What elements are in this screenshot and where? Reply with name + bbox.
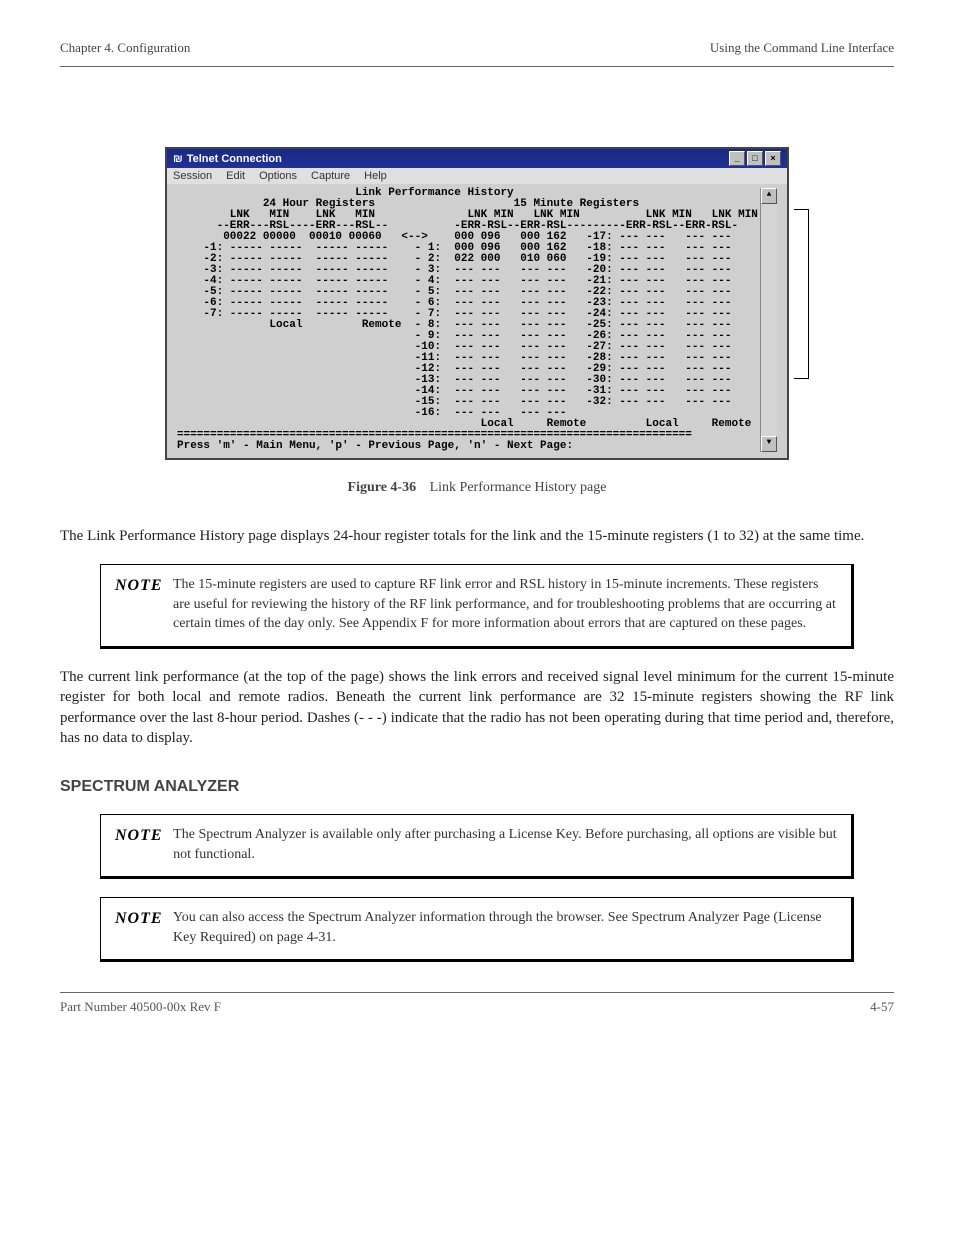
scroll-down-button[interactable]: ▼ [761,436,777,452]
bottom-rule [60,992,894,993]
note-icon: NOTE [115,825,157,845]
menubar: Session Edit Options Capture Help [167,168,787,184]
window-title: Telnet Connection [187,153,282,165]
menu-options[interactable]: Options [259,170,297,182]
note-text-1: The 15-minute registers are used to capt… [173,575,837,634]
scrollbar[interactable]: ▲ ▼ [760,188,777,452]
menu-help[interactable]: Help [364,170,387,182]
menu-edit[interactable]: Edit [226,170,245,182]
header-left: Chapter 4. Configuration [60,40,190,56]
paragraph-1: The Link Performance History page displa… [60,526,894,546]
paragraph-2: The current link performance (at the top… [60,667,894,748]
callout-bracket [808,209,809,379]
minimize-button[interactable]: _ [729,151,745,166]
maximize-button[interactable]: □ [747,151,763,166]
menu-session[interactable]: Session [173,170,212,182]
figure-caption: Figure 4-36 Link Performance History pag… [60,480,894,496]
app-icon: ₪ [173,153,183,165]
note-text-3: You can also access the Spectrum Analyze… [173,908,837,947]
note-box-1: NOTE The 15-minute registers are used to… [100,564,854,649]
note-box-3: NOTE You can also access the Spectrum An… [100,897,854,962]
close-button[interactable]: × [765,151,781,166]
note-icon: NOTE [115,575,157,595]
note-icon: NOTE [115,908,157,928]
scroll-up-button[interactable]: ▲ [761,188,777,204]
footer-right: 4-57 [870,999,894,1015]
note-box-2: NOTE The Spectrum Analyzer is available … [100,814,854,879]
telnet-window: ₪ Telnet Connection _ □ × Session Edit O… [165,147,789,460]
section-heading-spectrum-analyzer: SPECTRUM ANALYZER [60,778,894,796]
footer-left: Part Number 40500-00x Rev F [60,999,221,1015]
window-titlebar: ₪ Telnet Connection _ □ × [167,149,787,168]
figure-label: Figure 4-36 [348,480,417,495]
menu-capture[interactable]: Capture [311,170,350,182]
note-text-2: The Spectrum Analyzer is available only … [173,825,837,864]
terminal-text: Link Performance History 24 Hour Registe… [177,188,760,452]
top-rule [60,66,894,67]
figure-caption-text: Link Performance History page [430,480,607,495]
header-right: Using the Command Line Interface [710,40,894,56]
terminal-area: Link Performance History 24 Hour Registe… [167,184,787,458]
